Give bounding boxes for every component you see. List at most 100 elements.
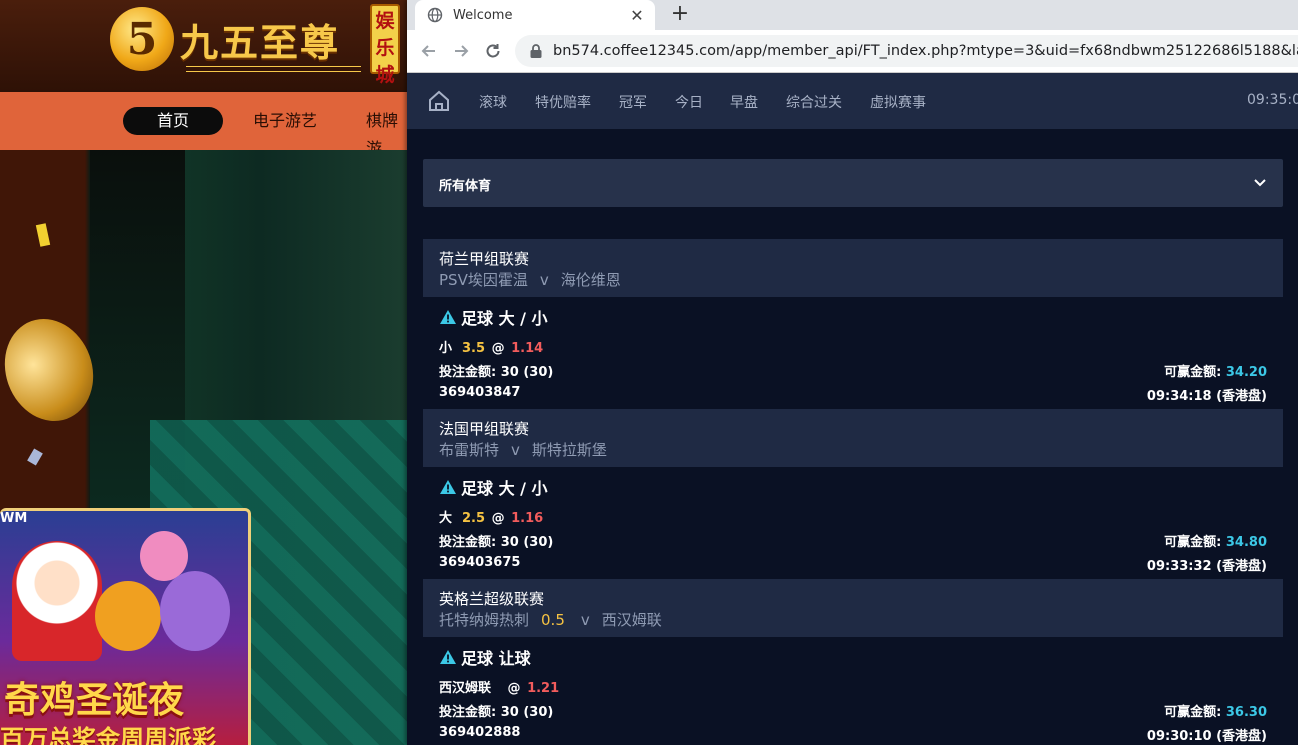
odds-value: 1.14 <box>511 341 544 356</box>
handicap-line: 0.5 <box>541 611 565 629</box>
santa-icon <box>12 541 102 661</box>
match-teams: PSV埃因霍温 v 海伦维恩 <box>439 269 621 290</box>
handicap-value: 3.5 <box>462 341 486 356</box>
reload-icon <box>486 44 500 58</box>
win-label: 可赢金额: <box>1164 535 1222 550</box>
arrow-right-icon <box>455 45 469 57</box>
site-logo[interactable]: 5 九五至尊 <box>110 4 340 74</box>
pick-label: 小 <box>439 341 453 356</box>
sport-dropdown[interactable]: 所有体育 <box>423 159 1283 207</box>
chevron-down-icon <box>1254 179 1266 187</box>
tab-outright[interactable]: 冠军 <box>619 92 647 112</box>
bet-time: 09:34:18 (香港盘) <box>1146 389 1267 404</box>
pick-label: 西汉姆联 <box>439 681 492 696</box>
win-value: 36.30 <box>1225 705 1267 720</box>
stake-value: 30 (30) <box>500 535 554 550</box>
back-button[interactable] <box>417 39 441 63</box>
tab-early[interactable]: 早盘 <box>730 92 758 112</box>
warning-icon <box>440 480 456 494</box>
bet-time: 09:33:32 (香港盘) <box>1146 559 1267 574</box>
league-name: 法国甲组联赛 <box>439 420 530 438</box>
bet-time: 09:30:10 (香港盘) <box>1146 729 1267 744</box>
away-team: 斯特拉斯堡 <box>531 441 607 459</box>
odds-value: 1.21 <box>527 681 560 696</box>
logo-text: 九五至尊 <box>180 19 341 65</box>
stake: 投注金额: 30 (30) <box>439 361 553 380</box>
background-casino-site: 5 九五至尊 娱 乐 城 首页 电子游艺 棋牌游 WM 奇鸡圣诞夜 百万总奖金周… <box>0 0 410 745</box>
home-team: PSV埃因霍温 <box>439 271 528 289</box>
stake-label: 投注金额: <box>439 535 497 550</box>
bet-record: 足球 大 / 小 小 3.5 @ 1.14 投注金额: 30 (30) 可赢金额:… <box>423 297 1283 409</box>
globe-icon <box>427 7 443 23</box>
vs-label: v <box>580 611 590 629</box>
tab-title: Welcome <box>453 7 513 23</box>
bet-type-label: 足球 大 / 小 <box>461 479 548 498</box>
odds-value: 1.16 <box>511 511 544 526</box>
ticket-id: 369403675 <box>439 555 521 570</box>
win-label: 可赢金额: <box>1164 705 1222 720</box>
warning-icon <box>440 310 456 324</box>
at-symbol: @ <box>491 511 505 526</box>
reload-button[interactable] <box>481 39 505 63</box>
at-symbol: @ <box>507 681 521 696</box>
sport-dropdown-label: 所有体育 <box>439 179 492 194</box>
logo-badge-char: 城 <box>375 64 395 86</box>
browser-window: Welcome ✕ + bn574.coffee12345.com/app/me… <box>407 0 1298 745</box>
logo-badge: 娱 乐 城 <box>370 4 400 86</box>
stake-value: 30 (30) <box>500 365 554 380</box>
league-name: 荷兰甲组联赛 <box>439 250 530 268</box>
site-nav-cards[interactable]: 棋牌游 <box>366 107 410 158</box>
tab-live[interactable]: 滚球 <box>479 92 507 112</box>
stake-label: 投注金额: <box>439 705 497 720</box>
win-label: 可赢金额: <box>1164 365 1222 380</box>
promo-brand: WM <box>0 511 28 526</box>
tab-strip: Welcome ✕ + <box>407 0 1298 30</box>
close-tab-icon[interactable]: ✕ <box>625 6 649 25</box>
bet-pick: 小 3.5 @ 1.14 <box>439 337 543 356</box>
away-team: 海伦维恩 <box>560 271 621 289</box>
league-header: 荷兰甲组联赛 PSV埃因霍温 v 海伦维恩 <box>423 239 1283 297</box>
away-team: 西汉姆联 <box>601 611 662 629</box>
stake: 投注金额: 30 (30) <box>439 701 553 720</box>
potential-win: 可赢金额: 34.20 <box>1164 361 1267 380</box>
forward-button[interactable] <box>449 39 473 63</box>
bet-type: 足球 让球 <box>439 645 531 669</box>
bet-type-label: 足球 大 / 小 <box>461 309 548 328</box>
match-teams: 托特纳姆热刺 0.5 v 西汉姆联 <box>439 609 662 630</box>
url-text[interactable]: bn574.coffee12345.com/app/member_api/FT_… <box>553 43 1298 59</box>
stake: 投注金额: 30 (30) <box>439 531 553 550</box>
tab-parlay[interactable]: 综合过关 <box>786 92 842 112</box>
tab-special-odds[interactable]: 特优赔率 <box>535 92 591 112</box>
win-value: 34.20 <box>1225 365 1267 380</box>
logo-underline <box>186 66 361 72</box>
tab-virtual[interactable]: 虚拟赛事 <box>870 92 926 112</box>
ticket-id: 369402888 <box>439 725 521 740</box>
logo-emblem-icon: 5 <box>110 7 174 71</box>
vs-label: v <box>511 441 520 459</box>
home-team: 托特纳姆热刺 <box>439 611 530 629</box>
promo-card[interactable]: WM 奇鸡圣诞夜 百万总奖金周周派彩 <box>0 508 251 745</box>
app-nav: 滚球 特优赔率 冠军 今日 早盘 综合过关 虚拟赛事 09:35:05 <box>407 73 1298 129</box>
home-team: 布雷斯特 <box>439 441 500 459</box>
bet-type-label: 足球 让球 <box>461 649 531 668</box>
handicap-value: 2.5 <box>462 511 486 526</box>
league-header: 法国甲组联赛 布雷斯特 v 斯特拉斯堡 <box>423 409 1283 467</box>
win-value: 34.80 <box>1225 535 1267 550</box>
bet-type: 足球 大 / 小 <box>439 305 548 329</box>
home-icon[interactable] <box>427 89 451 113</box>
bet-pick: 大 2.5 @ 1.16 <box>439 507 543 526</box>
league-header: 英格兰超级联赛 托特纳姆热刺 0.5 v 西汉姆联 <box>423 579 1283 637</box>
address-bar[interactable]: bn574.coffee12345.com/app/member_api/FT_… <box>515 35 1298 67</box>
site-nav: 首页 电子游艺 棋牌游 <box>0 92 410 158</box>
browser-tab[interactable]: Welcome ✕ <box>415 0 655 30</box>
bet-type: 足球 大 / 小 <box>439 475 548 499</box>
site-nav-home[interactable]: 首页 <box>123 107 223 135</box>
chick-icon <box>160 571 230 651</box>
site-nav-games[interactable]: 电子游艺 <box>253 107 317 135</box>
league-name: 英格兰超级联赛 <box>439 590 545 608</box>
lock-icon[interactable] <box>529 43 543 59</box>
new-tab-button[interactable]: + <box>667 2 693 28</box>
browser-toolbar: bn574.coffee12345.com/app/member_api/FT_… <box>407 30 1298 73</box>
tab-today[interactable]: 今日 <box>675 92 703 112</box>
promo-subtitle: 百万总奖金周周派彩 <box>0 724 216 745</box>
